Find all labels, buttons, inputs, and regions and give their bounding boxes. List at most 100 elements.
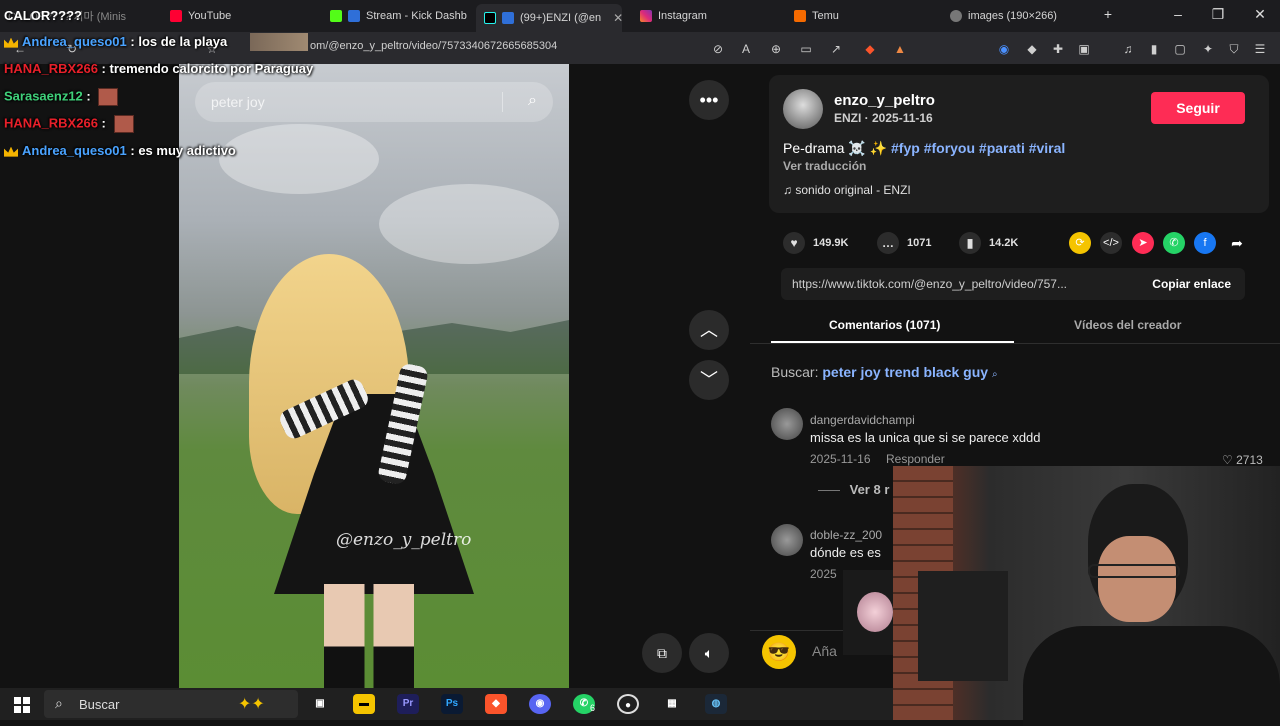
browser-tab-bar: CALOR???? 치마 (Minis YouTube Stream - Kic… [0,0,1280,32]
video-player[interactable]: @enzo_y_peltro [179,64,569,688]
close-tab-icon[interactable]: ✕ [613,11,622,25]
brave-rewards-icon[interactable]: ▲ [892,41,908,57]
photoshop-icon[interactable]: Ps [441,694,463,714]
close-window-icon[interactable]: ✕ [1250,6,1270,23]
tab-label: Instagram [658,10,707,22]
tab-group-icon [348,10,360,22]
chat-username: HANA_RBX266 [4,61,98,76]
comment-username[interactable]: doble-zz_200 [810,528,882,542]
tab-temu[interactable]: Temu [786,4,936,28]
like-button[interactable]: ♥ 149.9K [783,232,848,254]
tab-creator-videos[interactable]: Vídeos del creador [1074,318,1181,332]
comment-like[interactable]: ♡ 2713 [1222,453,1263,467]
heart-outline-icon: ♡ [1222,453,1233,467]
search-icon[interactable]: ⌕ [528,92,537,110]
previous-video-icon[interactable]: ︿ [689,310,729,350]
chat-message: HANA_RBX266 : [4,115,134,133]
save-button[interactable]: ▮ 14.2K [959,232,1018,254]
app-grid-icon[interactable]: ▦ [661,694,683,714]
translate-icon[interactable]: A [738,41,754,57]
screenshot-icon[interactable]: ▣ [1076,41,1092,57]
tab-youtube[interactable]: YouTube [162,4,322,28]
tab-comments[interactable]: Comentarios (1071) [829,318,940,332]
caption-hashtags[interactable]: #fyp #foryou #parati #viral [891,140,1065,156]
task-view-icon[interactable]: ▣ [309,694,331,714]
cast-icon[interactable]: ▭ [798,41,814,57]
windows-start-icon[interactable] [14,697,30,713]
tab-tiktok[interactable]: (99+)ENZI (@en ✕ [476,4,622,32]
sound-link[interactable]: ♫ sonido original - ENZI [783,183,911,197]
no-tracking-icon[interactable]: ⊘ [710,41,726,57]
more-options-icon[interactable]: ••• [689,80,729,120]
zoom-icon[interactable]: ⊕ [768,41,784,57]
chat-text: : [86,88,91,104]
restore-icon[interactable]: ❐ [1208,6,1228,23]
tab-images[interactable]: images (190×266) [942,4,1092,28]
menu-icon[interactable]: ☰ [1252,41,1268,57]
chat-username: Andrea_queso01 [22,34,127,49]
wallet-icon[interactable]: ▢ [1172,41,1188,57]
globe-icon [950,10,962,22]
pip-toggle-icon[interactable]: ⧉ [642,633,682,673]
share-icon[interactable]: ↗ [828,41,844,57]
brave-shield-icon[interactable]: ◆ [862,41,878,57]
chat-message: HANA_RBX266 : tremendo calorcito por Par… [4,61,313,76]
comment-avatar[interactable] [771,408,803,440]
sound-label: sonido original - ENZI [795,183,911,197]
webcam-person-shirt [1023,626,1280,726]
chat-message: Andrea_queso01 : es muy adictivo [4,143,236,158]
chat-username: Andrea_queso01 [22,143,127,158]
send-icon[interactable]: ➤ [1132,232,1154,254]
post-link[interactable]: https://www.tiktok.com/@enzo_y_peltro/vi… [792,277,1122,291]
copy-link-button[interactable]: Copiar enlace [1152,277,1231,291]
volume-icon[interactable]: 🔈︎ [689,633,729,673]
search-input[interactable]: peter joy [211,94,265,110]
brave-icon[interactable]: ◆ [485,694,507,714]
post-caption: Pe-drama ☠️ ✨ #fyp #foryou #parati #vira… [783,140,1065,157]
media-icon[interactable]: ♫ [1120,41,1136,57]
vpn-icon[interactable]: ◉ [996,41,1012,57]
vpn-shield-icon[interactable]: ⛉ [1226,41,1242,57]
next-video-icon[interactable]: ﹀ [689,360,729,400]
premiere-icon[interactable]: Pr [397,694,419,714]
author-name[interactable]: enzo_y_peltro [834,92,935,109]
tab-kick-dashboard[interactable]: Stream - Kick Dashb [322,4,472,28]
leo-ai-icon[interactable]: ✦ [1200,41,1216,57]
add-comment-input[interactable]: Aña [812,643,837,659]
steam-icon[interactable]: ◍ [705,694,727,714]
facebook-icon[interactable]: f [1194,232,1216,254]
video-cloud [379,184,559,264]
repost-icon[interactable]: ⟳ [1069,232,1091,254]
new-tab-icon[interactable]: + [1098,6,1118,22]
forward-share-icon[interactable]: ➦ [1226,232,1248,254]
embed-icon[interactable]: </> [1100,232,1122,254]
instagram-icon [640,10,652,22]
taskbar-search-input[interactable]: Buscar [79,697,119,712]
chat-message: Andrea_queso01 : los de la playa [4,34,227,49]
comment-avatar[interactable] [771,524,803,556]
reply-button[interactable]: Responder [886,452,945,466]
view-replies-button[interactable]: Ver 8 r [818,482,889,497]
suggestion-query[interactable]: peter joy trend black guy [822,364,988,380]
music-note-icon: ♫ [783,183,792,197]
tab-instagram[interactable]: Instagram [632,4,782,28]
comment-button[interactable]: … 1071 [877,232,931,254]
extensions-icon[interactable]: ✚ [1050,41,1066,57]
see-translation-link[interactable]: Ver traducción [783,159,866,173]
discord-icon[interactable]: ◉ [529,694,551,714]
chat-emote-icon [98,88,119,106]
comment-username[interactable]: dangerdavidchampi [810,413,915,427]
url-text[interactable]: om/@enzo_y_peltro/video/7573340672665685… [310,40,557,52]
replies-line [818,490,840,492]
obs-icon[interactable]: ● [617,694,639,714]
extension-diamond-icon[interactable]: ◆ [1024,41,1040,57]
follow-button[interactable]: Seguir [1151,92,1245,124]
minimize-icon[interactable]: – [1168,6,1188,22]
video-search-bar[interactable]: peter joy ⌕ [195,82,553,122]
whatsapp-icon[interactable]: ✆ [1163,232,1185,254]
search-suggestion[interactable]: Buscar: peter joy trend black guy ⌕ [771,364,998,380]
file-explorer-icon[interactable]: ▬ [353,694,375,714]
avatar[interactable] [783,89,823,129]
sidebar-icon[interactable]: ▮ [1146,41,1162,57]
suggestion-label: Buscar: [771,364,819,380]
